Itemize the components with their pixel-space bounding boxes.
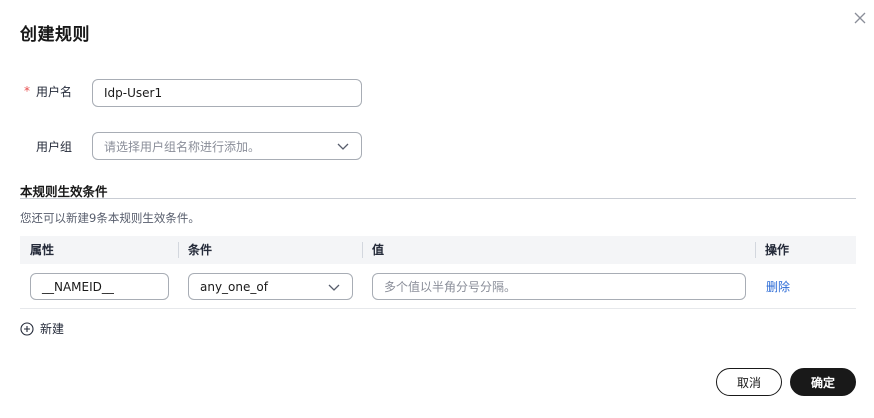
column-header-action: 操作 xyxy=(765,243,790,257)
chevron-down-icon xyxy=(328,284,340,291)
attribute-value: __NAMEID__ xyxy=(42,279,114,294)
row-divider xyxy=(20,308,856,309)
column-header-condition: 条件 xyxy=(188,243,213,257)
dialog-title: 创建规则 xyxy=(20,25,90,45)
column-divider xyxy=(362,242,363,258)
column-header-value: 值 xyxy=(372,243,385,257)
required-mark: * xyxy=(24,84,30,98)
usergroup-placeholder: 请选择用户组名称进行添加。 xyxy=(104,139,261,154)
delete-link[interactable]: 删除 xyxy=(766,278,790,295)
table-header: 属性 条件 值 操作 xyxy=(20,236,856,264)
cancel-button[interactable]: 取消 xyxy=(716,368,782,396)
conditions-hint: 您还可以新建9条本规则生效条件。 xyxy=(20,211,200,225)
chevron-down-icon xyxy=(337,143,349,150)
usergroup-label: 用户组 xyxy=(36,140,73,154)
column-divider xyxy=(178,242,179,258)
section-divider xyxy=(20,198,856,199)
add-condition-label: 新建 xyxy=(40,322,65,336)
username-input[interactable]: Idp-User1 xyxy=(92,79,362,107)
value-placeholder: 多个值以半角分号分隔。 xyxy=(384,280,517,294)
attribute-input[interactable]: __NAMEID__ xyxy=(30,273,169,300)
confirm-label: 确定 xyxy=(810,375,835,390)
column-header-attribute: 属性 xyxy=(30,243,55,257)
condition-value: any_one_of xyxy=(200,279,268,294)
confirm-button[interactable]: 确定 xyxy=(790,368,856,396)
column-divider xyxy=(755,242,756,258)
add-condition-button[interactable]: 新建 xyxy=(20,320,64,337)
cancel-label: 取消 xyxy=(736,375,761,390)
condition-select[interactable]: any_one_of xyxy=(188,273,353,300)
username-value: Idp-User1 xyxy=(104,86,163,100)
plus-circle-icon xyxy=(20,321,34,336)
value-input[interactable]: 多个值以半角分号分隔。 xyxy=(372,273,746,300)
create-rule-dialog: 创建规则 * 用户名 Idp-User1 用户组 请选择用户组名称进行添加。 本… xyxy=(0,0,874,418)
close-button[interactable] xyxy=(851,9,869,27)
usergroup-select[interactable]: 请选择用户组名称进行添加。 xyxy=(92,132,362,160)
close-icon xyxy=(854,12,866,24)
username-label: 用户名 xyxy=(36,85,73,99)
